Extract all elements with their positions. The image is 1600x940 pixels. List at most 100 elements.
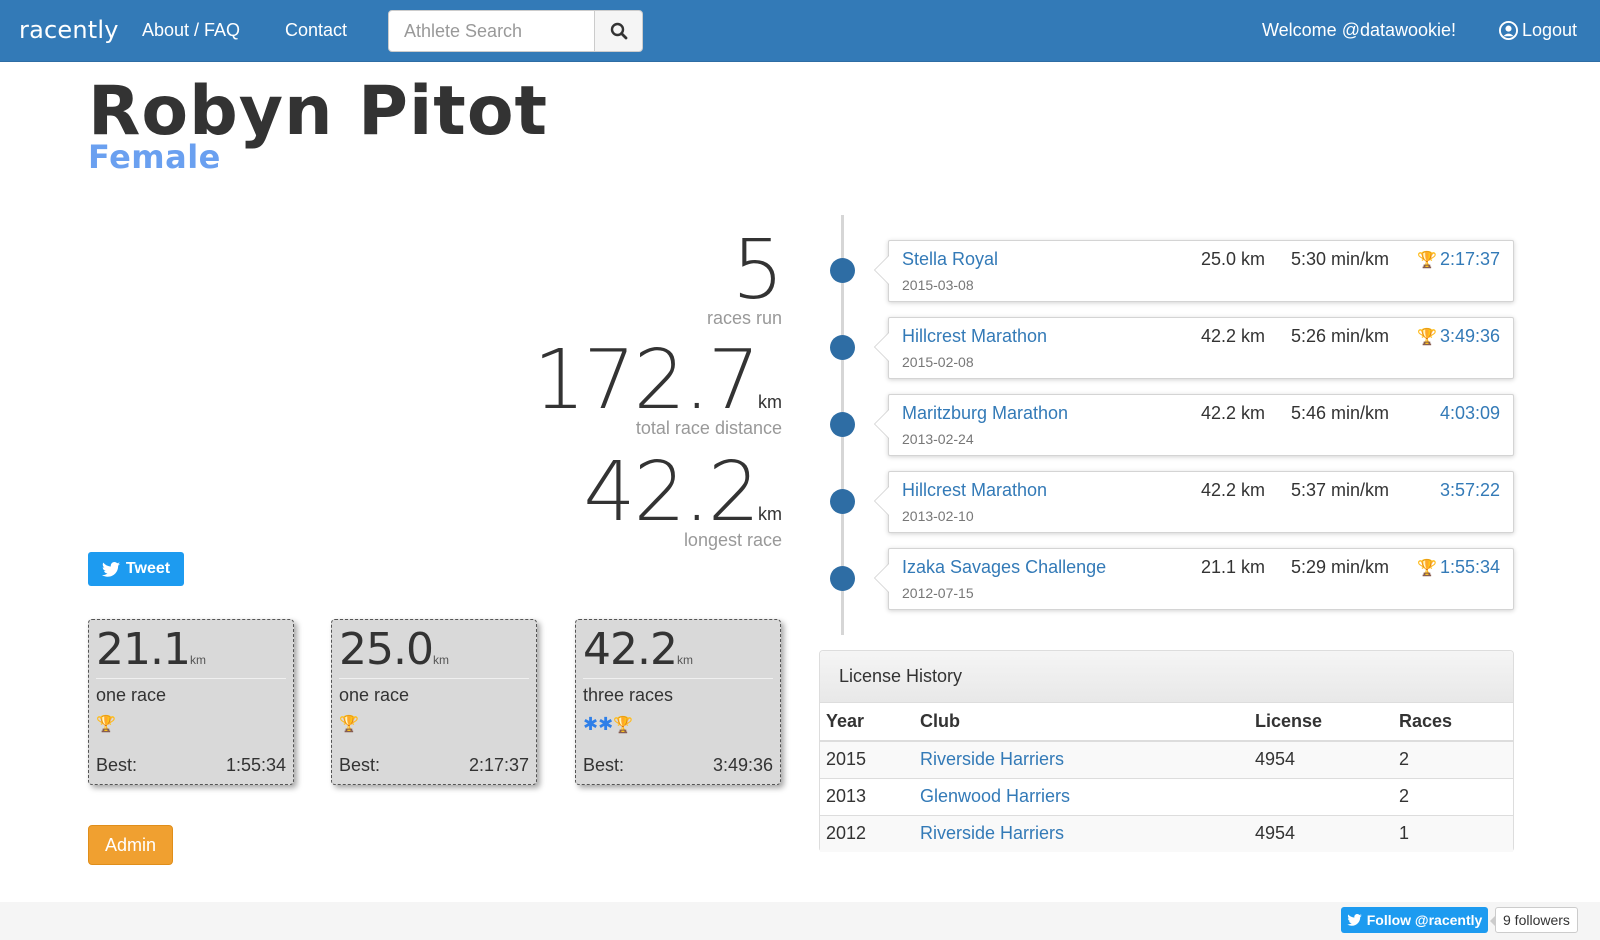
race-time-link[interactable]: 4:03:09 bbox=[1440, 403, 1500, 424]
col-header-races: Races bbox=[1393, 703, 1513, 742]
distance-card-unit: km bbox=[676, 653, 693, 667]
race-time: 4:03:09 bbox=[1439, 403, 1500, 423]
navbar: racently About / FAQ Contact Welcome @da… bbox=[0, 0, 1600, 62]
brand-link[interactable]: racently bbox=[19, 16, 119, 44]
distance-card-count: one race bbox=[96, 685, 167, 706]
timeline-dot bbox=[830, 566, 855, 591]
distance-card-awards: 🏆 bbox=[96, 714, 286, 734]
race-pace: 5:29 min/km bbox=[1291, 557, 1390, 577]
license-history-panel: License History Year Club License Races … bbox=[819, 650, 1514, 852]
distance-card-unit: km bbox=[189, 653, 206, 667]
race-card: Stella Royal 2015-03-08 25.0 km 5:30 min… bbox=[874, 240, 1514, 302]
races-run-label: races run bbox=[706, 308, 782, 328]
race-distance: 42.2 km bbox=[1201, 326, 1266, 346]
license-number bbox=[1249, 778, 1393, 815]
race-pace: 5:30 min/km bbox=[1291, 249, 1390, 269]
search-icon bbox=[610, 22, 627, 40]
race-date: 2015-02-08 bbox=[902, 354, 974, 370]
race-time: 3:49:36 bbox=[1439, 326, 1500, 346]
races-run-value: 5 bbox=[731, 223, 784, 318]
timeline-dot bbox=[830, 258, 855, 283]
nav-contact-link[interactable]: Contact bbox=[285, 20, 347, 41]
trophy-icon: 🏆 bbox=[96, 716, 116, 734]
race-time-link[interactable]: 3:57:22 bbox=[1440, 480, 1500, 501]
star-icon: ✱✱ bbox=[583, 714, 614, 735]
distance-card-count: three races bbox=[583, 685, 674, 706]
race-card: Hillcrest Marathon 2013-02-10 42.2 km 5:… bbox=[874, 471, 1514, 533]
table-row: 2015 Riverside Harriers 4954 2 bbox=[820, 741, 1513, 778]
followers-count[interactable]: 9 followers bbox=[1490, 907, 1578, 933]
col-header-club: Club bbox=[914, 703, 1249, 742]
athlete-gender: Female bbox=[88, 138, 221, 176]
race-time: 1:55:34 bbox=[1439, 557, 1500, 577]
race-time-link[interactable]: 🏆 2:17:37 bbox=[1417, 249, 1500, 270]
race-card: Maritzburg Marathon 2013-02-24 42.2 km 5… bbox=[874, 394, 1514, 456]
welcome-text: Welcome @datawookie! bbox=[1262, 20, 1457, 40]
license-table: Year Club License Races 2015 Riverside H… bbox=[820, 703, 1513, 852]
race-time: 2:17:37 bbox=[1439, 249, 1500, 269]
twitter-follow-button[interactable]: Follow @racently bbox=[1341, 907, 1488, 933]
race-name-link[interactable]: Hillcrest Marathon bbox=[902, 326, 1047, 347]
race-date: 2015-03-08 bbox=[902, 277, 974, 293]
race-name-link[interactable]: Maritzburg Marathon bbox=[902, 403, 1068, 424]
trophy-icon: 🏆 bbox=[1417, 251, 1437, 269]
tweet-button[interactable]: Tweet bbox=[88, 552, 184, 586]
license-history-title: License History bbox=[820, 651, 1513, 703]
follow-label: Follow @racently bbox=[1366, 912, 1483, 928]
distance-card-best-time: 3:49:36 bbox=[712, 755, 773, 775]
race-card: Izaka Savages Challenge 2012-07-15 21.1 … bbox=[874, 548, 1514, 610]
distance-card: 21.1km one race 🏆 Best: 1:55:34 bbox=[88, 619, 294, 785]
license-races: 2 bbox=[1399, 786, 1410, 806]
race-distance: 42.2 km bbox=[1201, 403, 1266, 423]
club-link[interactable]: Riverside Harriers bbox=[920, 823, 1064, 843]
col-header-year: Year bbox=[820, 703, 914, 742]
race-date: 2013-02-10 bbox=[902, 508, 974, 524]
twitter-bird-icon bbox=[1347, 914, 1362, 926]
twitter-bird-icon bbox=[101, 561, 120, 577]
trophy-icon: 🏆 bbox=[1417, 328, 1437, 346]
trophy-icon: 🏆 bbox=[613, 717, 634, 735]
distance-card-value: 21.1 bbox=[96, 624, 191, 675]
admin-button[interactable]: Admin bbox=[88, 825, 173, 865]
license-number: 4954 bbox=[1249, 741, 1393, 778]
race-name-link[interactable]: Hillcrest Marathon bbox=[902, 480, 1047, 501]
distance-card-best-label: Best: bbox=[583, 755, 625, 775]
race-time-link[interactable]: 🏆 1:55:34 bbox=[1417, 557, 1500, 578]
user-circle-icon bbox=[1499, 21, 1518, 40]
club-link[interactable]: Glenwood Harriers bbox=[920, 786, 1070, 806]
race-name-link[interactable]: Izaka Savages Challenge bbox=[902, 557, 1106, 578]
race-name-link[interactable]: Stella Royal bbox=[902, 249, 998, 270]
trophy-icon: 🏆 bbox=[339, 716, 359, 734]
logout-link[interactable]: Logout bbox=[1499, 20, 1577, 41]
license-year: 2012 bbox=[820, 815, 914, 852]
stat-races-run: 5 races run bbox=[706, 230, 784, 329]
distance-card-best-time: 1:55:34 bbox=[225, 755, 286, 775]
stat-total-distance: 172.7km total race distance bbox=[533, 340, 782, 439]
race-time-link[interactable]: 🏆 3:49:36 bbox=[1417, 326, 1500, 347]
race-pace: 5:37 min/km bbox=[1291, 480, 1390, 500]
club-link[interactable]: Riverside Harriers bbox=[920, 749, 1064, 769]
race-date: 2012-07-15 bbox=[902, 585, 974, 601]
distance-card-best-label: Best: bbox=[339, 755, 381, 775]
race-card: Hillcrest Marathon 2015-02-08 42.2 km 5:… bbox=[874, 317, 1514, 379]
distance-card-unit: km bbox=[432, 653, 449, 667]
tweet-label: Tweet bbox=[125, 560, 171, 577]
race-distance: 21.1 km bbox=[1201, 557, 1266, 577]
distance-card-best-label: Best: bbox=[96, 755, 138, 775]
race-pace: 5:26 min/km bbox=[1291, 326, 1390, 346]
athlete-search-input[interactable] bbox=[388, 10, 595, 52]
trophy-icon: 🏆 bbox=[1417, 559, 1437, 577]
distance-card-value: 25.0 bbox=[339, 624, 434, 675]
race-time: 3:57:22 bbox=[1439, 480, 1500, 500]
distance-card-count: one race bbox=[339, 685, 410, 706]
license-year: 2015 bbox=[820, 741, 914, 778]
total-distance-value: 172.7 bbox=[533, 333, 760, 428]
distance-card: 42.2km three races ✱✱🏆 Best: 3:49:36 bbox=[575, 619, 781, 785]
license-year: 2013 bbox=[826, 786, 867, 806]
longest-unit: km bbox=[758, 504, 782, 524]
search-button[interactable] bbox=[594, 10, 643, 52]
timeline-dot bbox=[830, 412, 855, 437]
nav-about-link[interactable]: About / FAQ bbox=[142, 20, 240, 41]
col-header-license: License bbox=[1249, 703, 1393, 742]
longest-value: 42.2 bbox=[583, 445, 760, 540]
